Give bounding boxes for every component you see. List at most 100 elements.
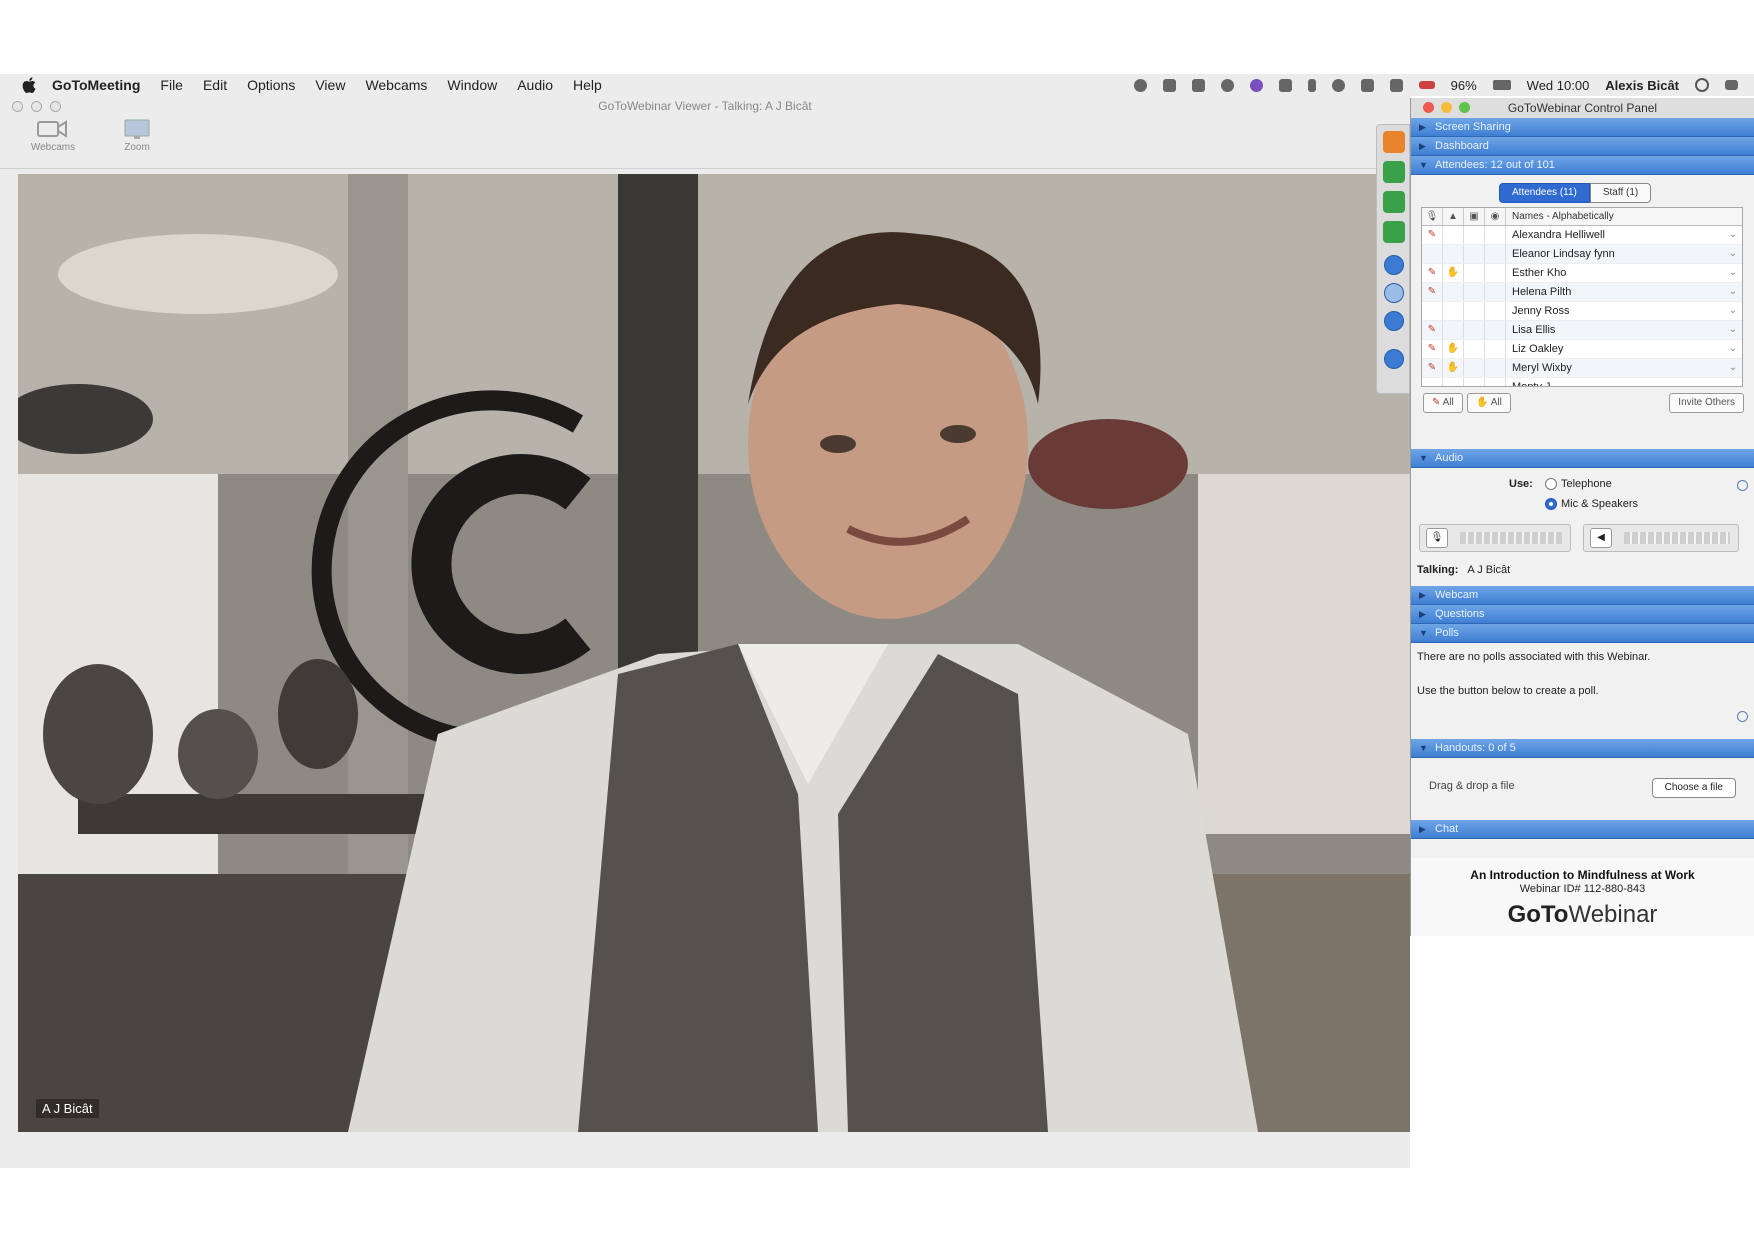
menu-options[interactable]: Options	[247, 77, 295, 93]
menu-clock[interactable]: Wed 10:00	[1527, 78, 1590, 93]
menu-app-name[interactable]: GoToMeeting	[52, 77, 140, 93]
menu-window[interactable]: Window	[447, 77, 497, 93]
empty-cell[interactable]	[1443, 283, 1464, 301]
section-polls[interactable]: ▼ Polls	[1411, 624, 1754, 643]
menu-help[interactable]: Help	[573, 77, 602, 93]
handouts-drop-zone[interactable]: Drag & drop a file	[1429, 780, 1515, 792]
chevron-down-icon[interactable]: ⌄	[1724, 245, 1742, 263]
question-toggle-icon[interactable]	[1384, 349, 1404, 369]
minimize-window-button[interactable]	[31, 101, 42, 112]
mic-speakers-option[interactable]: Mic & Speakers	[1545, 498, 1638, 511]
pencil-icon[interactable]: ✎	[1422, 283, 1443, 301]
zoom-window-button[interactable]	[50, 101, 61, 112]
zoom-button[interactable]: Zoom	[102, 118, 172, 153]
webcam-share-button[interactable]	[1383, 191, 1405, 213]
menu-webcams[interactable]: Webcams	[365, 77, 427, 93]
attendee-row[interactable]: ✎ ✋ Liz Oakley ⌄	[1422, 340, 1742, 359]
hand-icon[interactable]: ✋	[1443, 340, 1464, 358]
spotlight-search-icon[interactable]	[1695, 78, 1709, 92]
time-machine-icon[interactable]	[1331, 78, 1345, 92]
record-status-icon[interactable]	[1133, 78, 1147, 92]
draw-all-button[interactable]: ✎ All	[1423, 393, 1463, 413]
microphone-icon[interactable]: 🎙	[1426, 528, 1448, 548]
hand-raise-icon[interactable]	[1384, 283, 1404, 303]
attendee-row[interactable]: ✎ Lisa Ellis ⌄	[1422, 321, 1742, 340]
menu-edit[interactable]: Edit	[203, 77, 227, 93]
chevron-down-icon[interactable]: ⌄	[1724, 302, 1742, 320]
pencil-icon[interactable]: ✎	[1422, 264, 1443, 282]
section-audio[interactable]: ▼ Audio	[1411, 449, 1754, 468]
chevron-down-icon[interactable]: ⌄	[1724, 283, 1742, 301]
attendee-row[interactable]: ✎ ✋ Meryl Wixby ⌄	[1422, 359, 1742, 378]
notification-center-icon[interactable]	[1725, 80, 1738, 90]
empty-cell[interactable]	[1422, 302, 1443, 320]
collapse-panel-button[interactable]	[1383, 131, 1405, 153]
webcam-toggle-icon[interactable]	[1384, 311, 1404, 331]
menu-user-name[interactable]: Alexis Bicât	[1605, 78, 1679, 93]
sort-dropdown[interactable]: Names - Alphabetically	[1506, 208, 1742, 225]
telephone-option[interactable]: Telephone	[1545, 478, 1612, 491]
empty-cell[interactable]	[1443, 245, 1464, 263]
attendee-row[interactable]: Jenny Ross ⌄	[1422, 302, 1742, 321]
empty-cell[interactable]	[1443, 321, 1464, 339]
flag-status-icon[interactable]	[1418, 81, 1435, 89]
webcam-column-icon[interactable]: ▣	[1464, 208, 1485, 225]
telephone-radio[interactable]	[1545, 478, 1557, 491]
attention-column-icon[interactable]: ◉	[1485, 208, 1506, 225]
menu-audio[interactable]: Audio	[517, 77, 553, 93]
apple-icon[interactable]	[22, 77, 36, 93]
app-status-icon[interactable]	[1249, 78, 1263, 92]
hand-icon[interactable]: ✋	[1443, 359, 1464, 377]
display-status-icon[interactable]	[1278, 78, 1292, 92]
chevron-down-icon[interactable]: ⌄	[1724, 378, 1742, 386]
section-dashboard[interactable]: ▶ Dashboard	[1411, 137, 1754, 156]
attendee-row[interactable]: ✎ ✋ Esther Kho ⌄	[1422, 264, 1742, 283]
attendee-row[interactable]: Monty J ⌄	[1422, 378, 1742, 386]
volume-icon[interactable]	[1389, 78, 1403, 92]
pencil-icon[interactable]: ✎	[1422, 321, 1443, 339]
panel-close-button[interactable]	[1423, 102, 1434, 113]
section-webcam[interactable]: ▶ Webcam	[1411, 586, 1754, 605]
section-chat[interactable]: ▶ Chat	[1411, 820, 1754, 839]
panel-zoom-button[interactable]	[1459, 102, 1470, 113]
section-screen-sharing[interactable]: ▶ Screen Sharing	[1411, 118, 1754, 137]
polls-options-icon[interactable]	[1737, 711, 1748, 722]
close-window-button[interactable]	[12, 101, 23, 112]
show-screen-button[interactable]	[1383, 161, 1405, 183]
mic-speakers-radio[interactable]	[1545, 498, 1557, 511]
shield-status-icon[interactable]	[1191, 78, 1205, 92]
choose-file-button[interactable]: Choose a file	[1651, 778, 1736, 798]
pencil-icon[interactable]: ✎	[1422, 226, 1443, 244]
pencil-icon[interactable]: ✎	[1422, 359, 1443, 377]
tab-staff[interactable]: Staff (1)	[1589, 183, 1652, 203]
mic-column-icon[interactable]: 🎙	[1422, 208, 1443, 225]
webcams-button[interactable]: Webcams	[18, 118, 88, 153]
chat-toggle-button[interactable]	[1383, 221, 1405, 243]
hand-column-icon[interactable]: ▲	[1443, 208, 1464, 225]
empty-cell[interactable]	[1443, 302, 1464, 320]
menu-file[interactable]: File	[160, 77, 183, 93]
empty-cell[interactable]	[1422, 245, 1443, 263]
bluetooth-status-icon[interactable]	[1307, 78, 1316, 92]
attendee-row[interactable]: ✎ Alexandra Helliwell ⌄	[1422, 226, 1742, 245]
empty-cell[interactable]	[1422, 378, 1443, 386]
invite-others-button[interactable]: Invite Others	[1669, 393, 1744, 413]
mute-toggle-icon[interactable]	[1384, 255, 1404, 275]
wifi-icon[interactable]	[1360, 78, 1374, 92]
chevron-down-icon[interactable]: ⌄	[1724, 359, 1742, 377]
section-attendees[interactable]: ▼ Attendees: 12 out of 101	[1411, 156, 1754, 175]
tab-attendees[interactable]: Attendees (11)	[1499, 183, 1590, 203]
speaker-icon[interactable]: ◀	[1590, 528, 1612, 548]
chevron-down-icon[interactable]: ⌄	[1724, 321, 1742, 339]
empty-cell[interactable]	[1443, 378, 1464, 386]
hand-icon[interactable]: ✋	[1443, 264, 1464, 282]
menu-view[interactable]: View	[315, 77, 345, 93]
grid-status-icon[interactable]	[1162, 78, 1176, 92]
lower-hands-button[interactable]: ✋ All	[1467, 393, 1511, 413]
section-handouts[interactable]: ▼ Handouts: 0 of 5	[1411, 739, 1754, 758]
chevron-down-icon[interactable]: ⌄	[1724, 340, 1742, 358]
battery-icon[interactable]	[1492, 80, 1511, 90]
attendee-row[interactable]: ✎ Helena Pilth ⌄	[1422, 283, 1742, 302]
section-questions[interactable]: ▶ Questions	[1411, 605, 1754, 624]
pencil-icon[interactable]: ✎	[1422, 340, 1443, 358]
